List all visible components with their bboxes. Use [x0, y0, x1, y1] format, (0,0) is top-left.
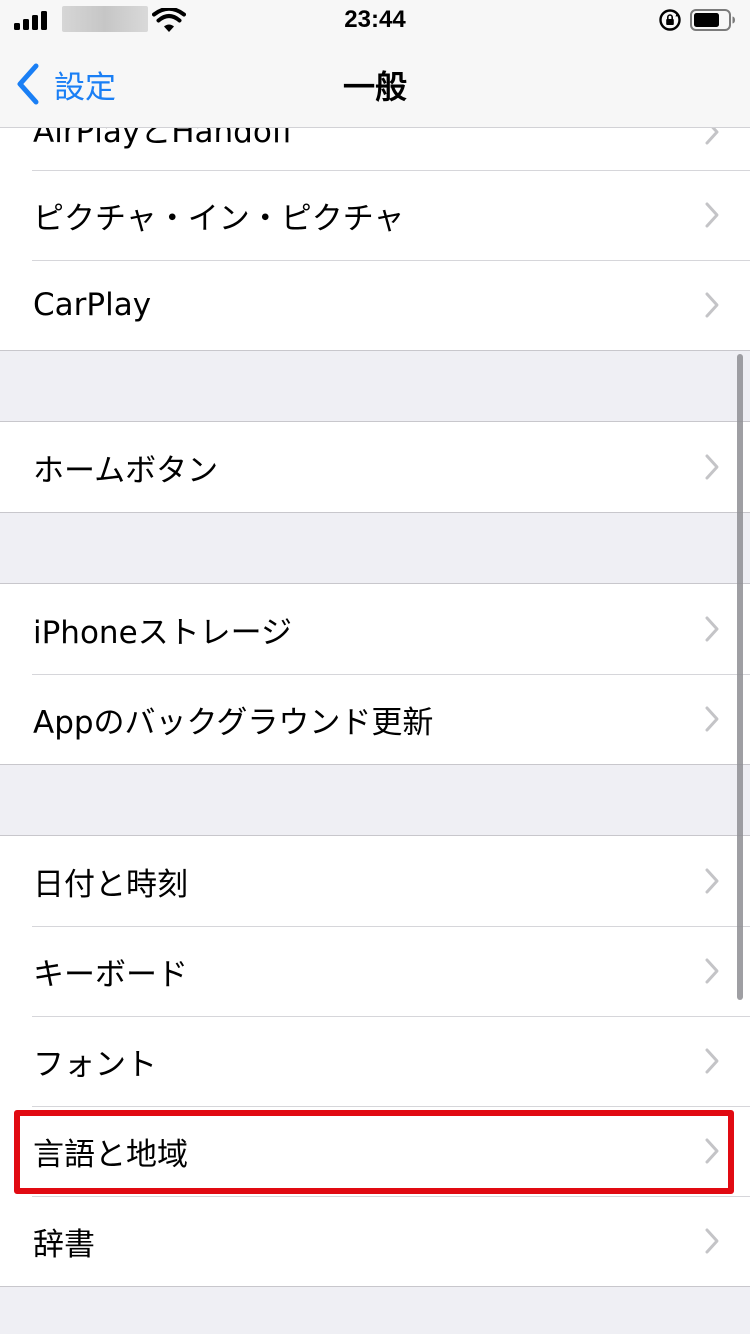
- chevron-right-icon: [705, 202, 719, 228]
- row-label: CarPlay: [33, 287, 152, 323]
- section-gap: [0, 513, 750, 583]
- list-item-airplay-handoff[interactable]: AirPlayとHandoff: [0, 128, 750, 170]
- chevron-right-icon: [705, 292, 719, 318]
- section-gap: [0, 351, 750, 421]
- settings-group: 日付と時刻 キーボード フォント 言語と地域 辞書: [0, 835, 750, 1287]
- status-time: 23:44: [344, 6, 406, 33]
- list-item-language-region[interactable]: 言語と地域: [0, 1106, 750, 1196]
- navigation-bar: 設定 一般: [0, 40, 750, 128]
- chevron-right-icon: [705, 1048, 719, 1074]
- list-item-picture-in-picture[interactable]: ピクチャ・イン・ピクチャ: [0, 170, 750, 260]
- chevron-right-icon: [705, 128, 719, 145]
- list-item-dictionary[interactable]: 辞書: [0, 1196, 750, 1286]
- list-item-date-time[interactable]: 日付と時刻: [0, 836, 750, 926]
- row-label: 日付と時刻: [33, 866, 188, 903]
- settings-list: AirPlayとHandoff ピクチャ・イン・ピクチャ CarPlay ホーム…: [0, 128, 750, 1287]
- row-label: キーボード: [33, 956, 188, 993]
- status-bar: 23:44: [0, 0, 750, 40]
- battery-icon: [690, 9, 735, 31]
- chevron-right-icon: [705, 616, 719, 642]
- row-label: 辞書: [33, 1226, 95, 1263]
- settings-general-screen: 23:44 設定 一般 AirPlayとHandoff ピクチャ・イン・ピクチャ…: [0, 0, 750, 1334]
- chevron-right-icon: [705, 958, 719, 984]
- section-gap: [0, 765, 750, 835]
- row-label: Appのバックグラウンド更新: [33, 704, 434, 741]
- chevron-right-icon: [705, 1138, 719, 1164]
- list-item-carplay[interactable]: CarPlay: [0, 260, 750, 350]
- list-item-fonts[interactable]: フォント: [0, 1016, 750, 1106]
- list-item-home-button[interactable]: ホームボタン: [0, 422, 750, 512]
- row-label: ホームボタン: [33, 452, 219, 489]
- rotation-lock-icon: [659, 9, 681, 31]
- page-title: 一般: [342, 68, 407, 106]
- chevron-right-icon: [705, 454, 719, 480]
- scroll-indicator[interactable]: [737, 354, 743, 1000]
- settings-group: AirPlayとHandoff ピクチャ・イン・ピクチャ CarPlay: [0, 128, 750, 351]
- settings-group: ホームボタン: [0, 421, 750, 513]
- row-label: ピクチャ・イン・ピクチャ: [33, 200, 405, 237]
- row-label: 言語と地域: [33, 1136, 188, 1173]
- row-label: フォント: [33, 1046, 157, 1083]
- chevron-right-icon: [705, 706, 719, 732]
- list-item-keyboard[interactable]: キーボード: [0, 926, 750, 1016]
- list-item-iphone-storage[interactable]: iPhoneストレージ: [0, 584, 750, 674]
- chevron-right-icon: [705, 1228, 719, 1254]
- list-item-background-app-refresh[interactable]: Appのバックグラウンド更新: [0, 674, 750, 764]
- row-label: iPhoneストレージ: [33, 614, 293, 651]
- settings-group: iPhoneストレージ Appのバックグラウンド更新: [0, 583, 750, 765]
- row-label: AirPlayとHandoff: [33, 128, 294, 150]
- chevron-right-icon: [705, 868, 719, 894]
